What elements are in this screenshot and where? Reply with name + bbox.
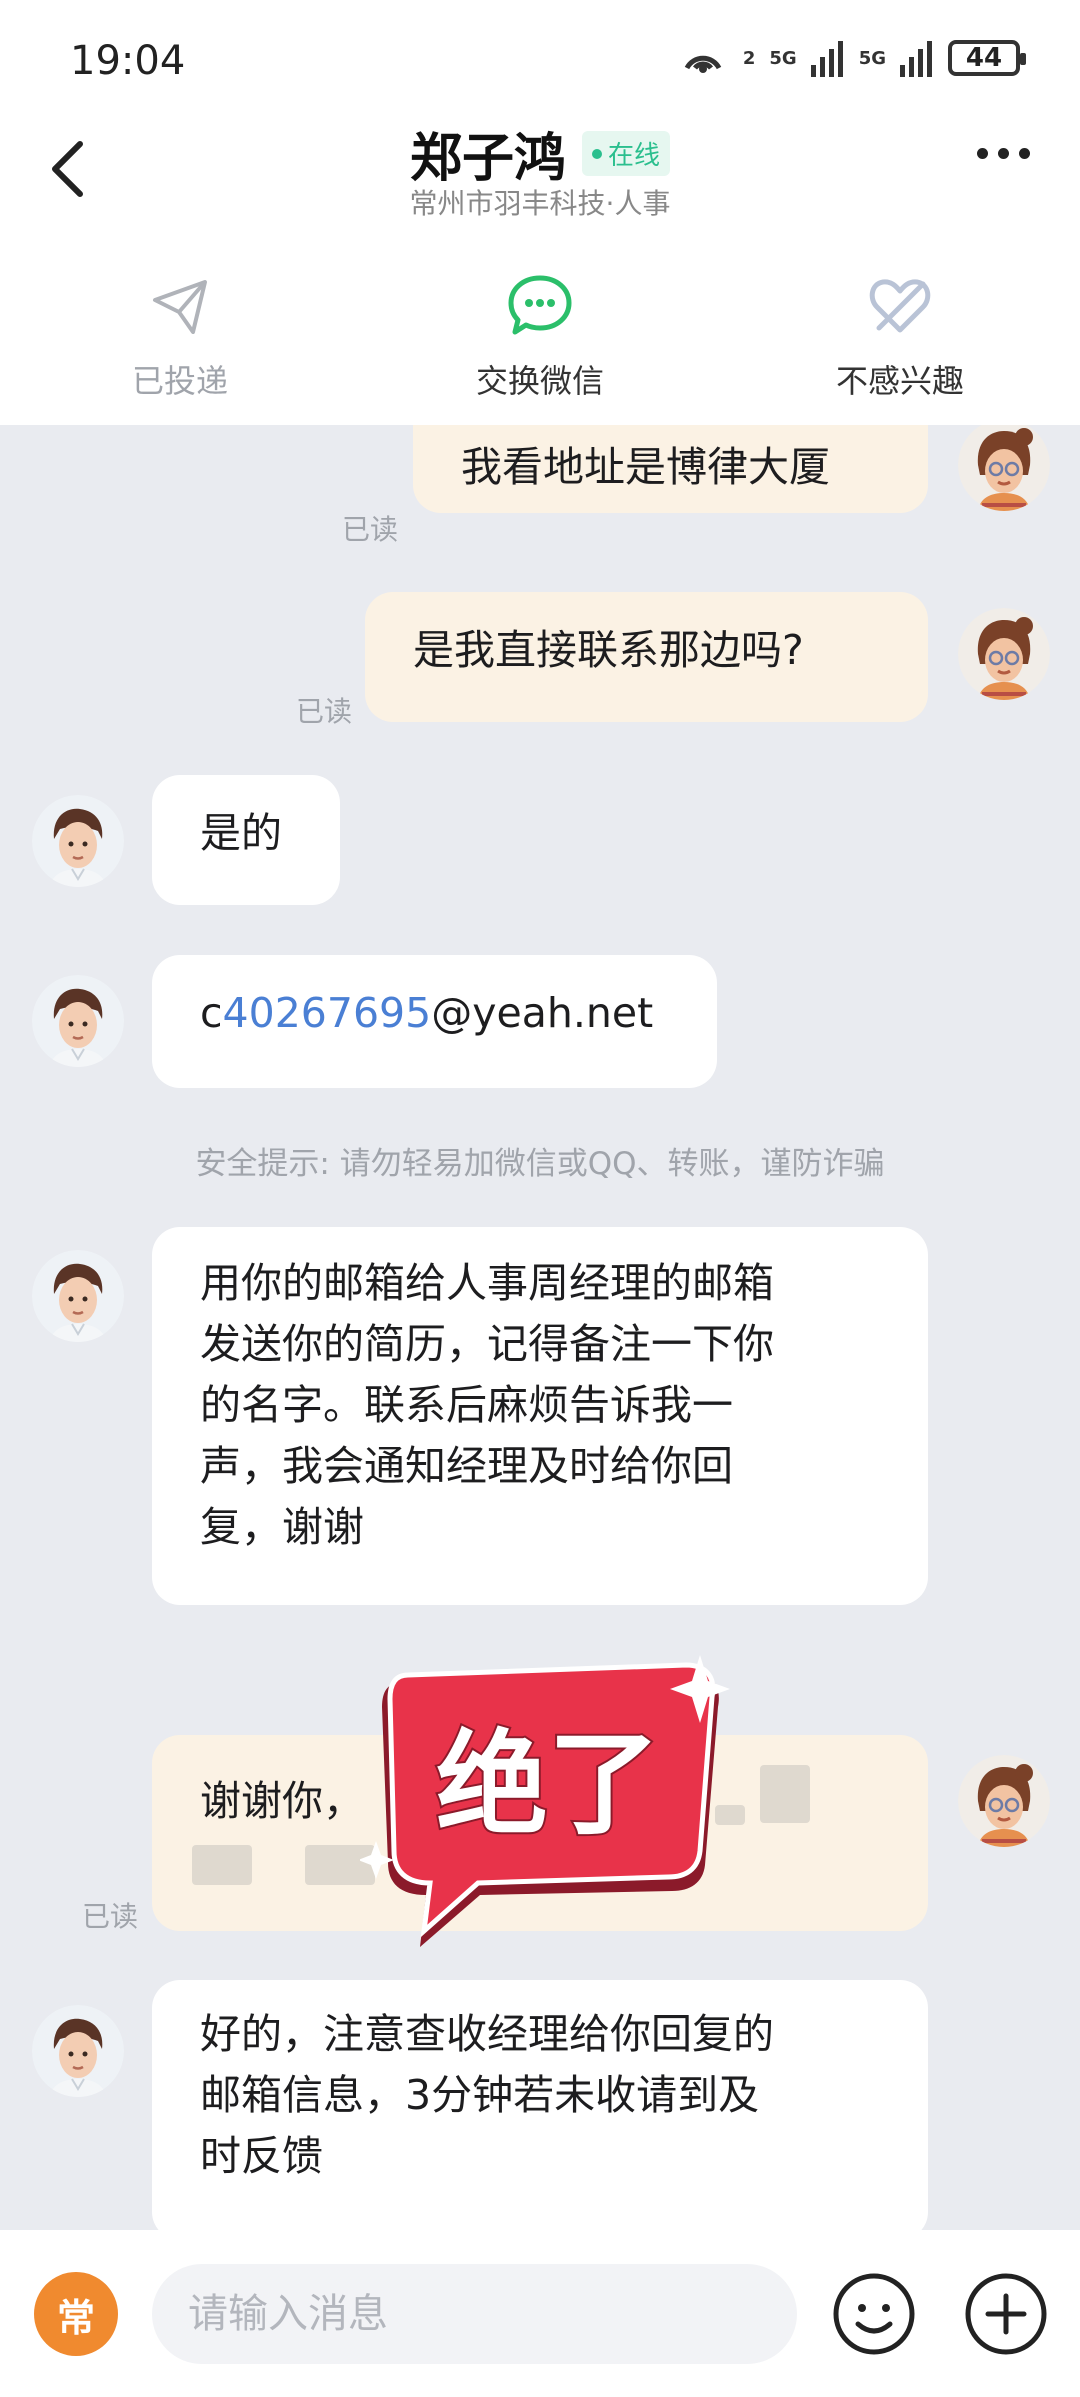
- hotspot-count: 2: [742, 47, 756, 69]
- action-not-interested-label: 不感兴趣: [835, 362, 964, 400]
- user-avatar-icon: [958, 1755, 1050, 1847]
- message-line: 好的，注意查收经理给你回复的: [200, 2010, 774, 2058]
- status-bar: 19:04 2 5G 5G 44: [0, 0, 1080, 110]
- contact-avatar[interactable]: [32, 795, 124, 887]
- message-line: 复，谢谢: [200, 1503, 364, 1551]
- message-text: 谢谢你，: [200, 1777, 364, 1825]
- online-status-label: 在线: [608, 141, 661, 171]
- user-avatar-icon: [958, 608, 1050, 700]
- action-bar: 已投递 交换微信 不感兴趣: [0, 230, 1080, 425]
- message-bubble-out[interactable]: 是我直接联系那边吗?: [365, 592, 928, 722]
- contact-avatar[interactable]: [32, 2005, 124, 2097]
- message-input[interactable]: [152, 2264, 797, 2364]
- paper-plane-icon: [153, 280, 207, 334]
- read-receipt: 已读: [342, 513, 399, 546]
- no-interest-icon: [869, 279, 931, 333]
- action-delivered[interactable]: 已投递: [0, 230, 360, 425]
- online-dot-icon: [592, 148, 602, 159]
- blurred-content: [760, 1765, 810, 1823]
- contact-avatar[interactable]: [32, 975, 124, 1067]
- contact-avatar-icon: [32, 975, 124, 1067]
- sticker-text: 绝了: [436, 1720, 660, 1850]
- user-avatar-icon: [958, 425, 1050, 511]
- contact-avatar-icon: [32, 795, 124, 887]
- action-not-interested[interactable]: 不感兴趣: [720, 230, 1080, 425]
- battery-icon: 44: [948, 40, 1026, 76]
- emoji-icon[interactable]: [830, 2270, 918, 2358]
- status-icons: 2 5G 5G 44: [679, 38, 1026, 78]
- message-text: 我看地址是博律大厦: [461, 443, 830, 491]
- network-type-2: 5G: [858, 47, 886, 69]
- message-text: @yeah.net: [431, 989, 654, 1037]
- signal-icon: [810, 41, 843, 77]
- message-line: 时反馈: [200, 2132, 323, 2180]
- wechat-icon: [508, 275, 572, 335]
- message-text: c: [200, 989, 223, 1037]
- sticker-overlay: 绝了: [360, 1655, 730, 1947]
- message-line: 的名字。联系后麻烦告诉我一: [200, 1381, 733, 1429]
- network-type-1: 5G: [769, 47, 797, 69]
- email-number-link[interactable]: 40267695: [223, 989, 432, 1037]
- hotspot-icon: [684, 55, 722, 73]
- contact-avatar-icon: [32, 2005, 124, 2097]
- online-status-badge: 在线: [582, 131, 671, 176]
- message-bubble-in[interactable]: 是的: [152, 775, 340, 905]
- contact-avatar[interactable]: [32, 1250, 124, 1342]
- safety-tip: 安全提示: 请勿轻易加微信或QQ、转账，谨防诈骗: [195, 1146, 885, 1182]
- action-exchange-wechat-label: 交换微信: [475, 362, 604, 400]
- message-bubble-out[interactable]: 我看地址是博律大厦: [413, 425, 928, 513]
- quick-phrases-button[interactable]: 常: [34, 2272, 118, 2356]
- chat-header: 郑子鸿 在线 常州市羽丰科技·人事: [0, 110, 1080, 230]
- action-delivered-label: 已投递: [131, 362, 228, 400]
- message-line: 用你的邮箱给人事周经理的邮箱: [200, 1259, 774, 1307]
- battery-level: 44: [965, 43, 1003, 73]
- chat-messages[interactable]: 我看地址是博律大厦 已读 是我直接联系那边吗? 已读 是的 c40267695@…: [0, 425, 1080, 2230]
- message-line: 发送你的简历，记得备注一下你: [200, 1320, 774, 1368]
- message-bubble-in[interactable]: c40267695@yeah.net: [152, 955, 717, 1088]
- message-bubble-in[interactable]: 用你的邮箱给人事周经理的邮箱 发送你的简历，记得备注一下你 的名字。联系后麻烦告…: [152, 1227, 928, 1605]
- message-bubble-in[interactable]: 好的，注意查收经理给你回复的 邮箱信息，3分钟若未收请到及 时反馈: [152, 1980, 928, 2230]
- read-receipt: 已读: [296, 695, 353, 728]
- user-avatar[interactable]: [958, 425, 1050, 511]
- message-text: 是我直接联系那边吗?: [413, 626, 804, 674]
- contact-company: 常州市羽丰科技·人事: [409, 187, 671, 220]
- status-time: 19:04: [70, 38, 186, 84]
- signal-icon: [900, 41, 932, 77]
- message-line: 邮箱信息，3分钟若未收请到及: [200, 2071, 760, 2119]
- read-receipt: 已读: [82, 1900, 139, 1933]
- header-title: 郑子鸿 在线: [0, 116, 1080, 191]
- more-options-icon[interactable]: [977, 148, 1030, 159]
- message-text: 是的: [200, 809, 282, 857]
- input-bar: 常: [0, 2230, 1080, 2397]
- user-avatar[interactable]: [958, 1755, 1050, 1847]
- action-exchange-wechat[interactable]: 交换微信: [360, 230, 720, 425]
- message-line: 声，我会通知经理及时给你回: [200, 1442, 733, 1490]
- contact-name: 郑子鸿: [409, 129, 566, 189]
- plus-icon[interactable]: [962, 2270, 1050, 2358]
- contact-avatar-icon: [32, 1250, 124, 1342]
- blurred-content: [192, 1845, 252, 1885]
- user-avatar[interactable]: [958, 608, 1050, 700]
